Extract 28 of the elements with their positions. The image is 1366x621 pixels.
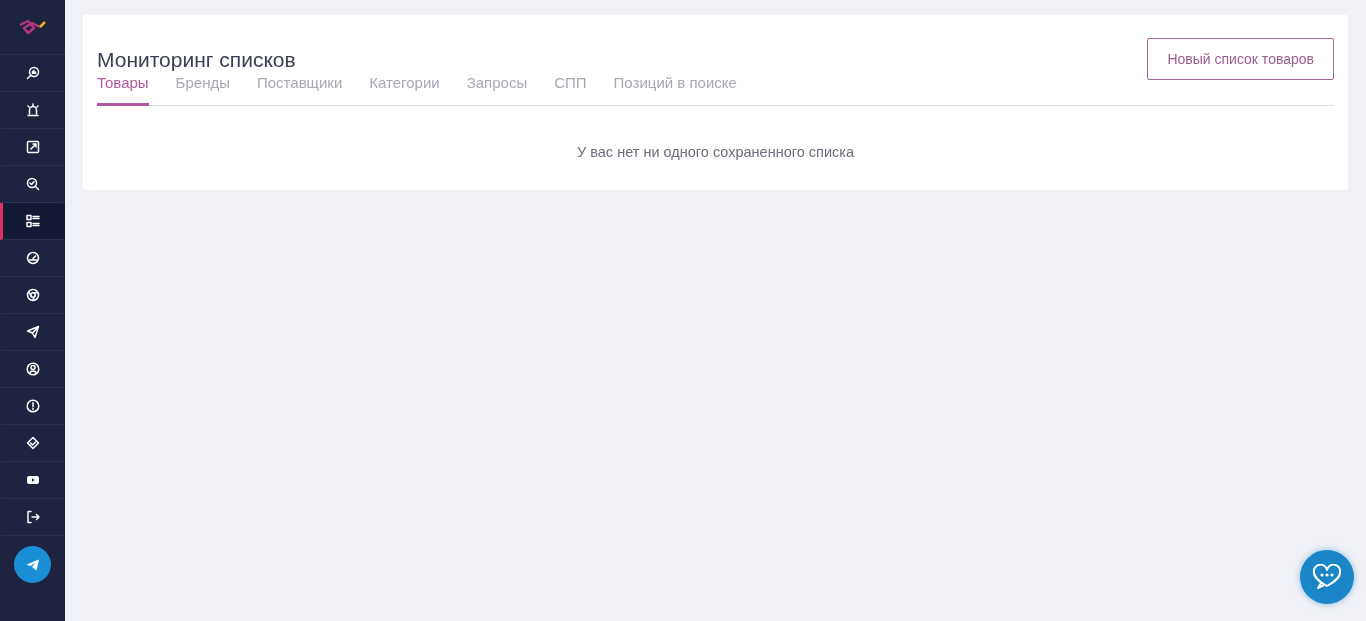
tab[interactable]: Товары: [97, 74, 149, 106]
new-list-button[interactable]: Новый список товаров: [1147, 38, 1334, 80]
tab[interactable]: Категории: [369, 74, 440, 106]
paper-plane-icon: [25, 558, 40, 571]
magnifier-chart-icon: [25, 66, 40, 80]
chat-bubble-icon: [1312, 564, 1342, 590]
tab[interactable]: СПП: [554, 74, 587, 106]
telegram-button[interactable]: [14, 546, 51, 583]
speedometer-icon: [25, 251, 40, 265]
search-icon: [25, 177, 40, 191]
user-icon: [25, 362, 40, 376]
edit-icon: [25, 140, 40, 154]
alert-icon: [25, 399, 40, 413]
page-title: Мониторинг списков: [97, 48, 296, 72]
siren-icon: [25, 103, 40, 117]
tab[interactable]: Бренды: [175, 74, 230, 106]
sidebar-item[interactable]: [0, 203, 65, 240]
logo-icon[interactable]: [17, 19, 48, 35]
list-icon: [25, 214, 40, 228]
empty-message: У вас нет ни одного сохраненного списка: [576, 144, 855, 160]
video-play-icon: [25, 473, 40, 487]
browser-icon: [25, 288, 40, 302]
tab[interactable]: Запросы: [466, 74, 528, 106]
tab[interactable]: Позиций в поиске: [613, 74, 737, 106]
tab[interactable]: Поставщики: [256, 74, 343, 106]
paper-plane-icon: [25, 325, 40, 339]
logout-icon: [25, 510, 40, 524]
chat-button[interactable]: [1300, 550, 1354, 604]
